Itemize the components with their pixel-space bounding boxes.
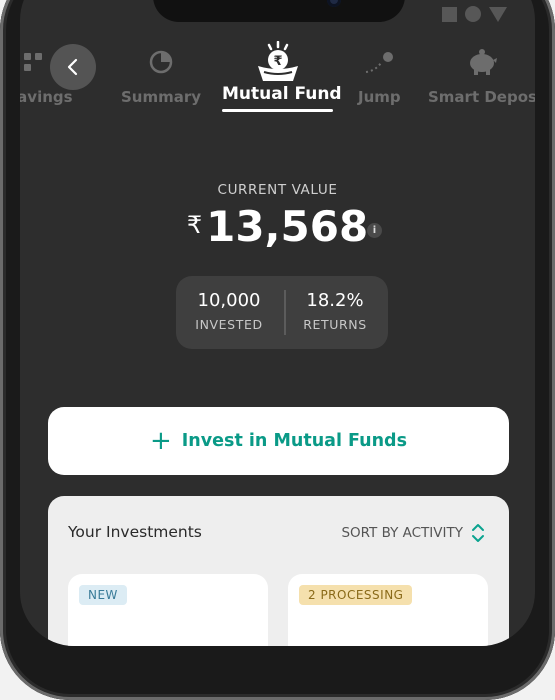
returns-stat: 18.2% RETURNS [282, 290, 388, 332]
returns-label: RETURNS [303, 317, 367, 332]
section-title: Your Investments [68, 523, 202, 541]
current-value: ₹13,568 [20, 202, 535, 251]
sort-label: SORT BY ACTIVITY [341, 525, 463, 541]
tab-smart-deposit[interactable]: Smart Depos [428, 42, 535, 106]
home-icon [465, 6, 481, 22]
tab-label: Jump [358, 88, 401, 106]
invested-label: INVESTED [195, 317, 263, 332]
pie-chart-icon [121, 42, 201, 82]
phone-notch [153, 0, 405, 22]
invest-button-label: Invest in Mutual Funds [181, 431, 407, 451]
jump-path-icon [358, 42, 401, 82]
invest-mutual-funds-button[interactable]: + Invest in Mutual Funds [48, 407, 509, 475]
your-investments-section: Your Investments SORT BY ACTIVITY NEW 2 … [48, 496, 509, 646]
info-icon[interactable]: i [367, 223, 382, 238]
tab-label: Summary [121, 88, 202, 106]
svg-text:₹: ₹ [273, 54, 282, 69]
status-bar [442, 6, 507, 22]
sort-arrows-icon [471, 523, 485, 543]
app-screen: i Savings Summary [20, 0, 535, 646]
investment-card[interactable]: 2 PROCESSING [288, 574, 488, 646]
camera-icon [327, 0, 341, 7]
returns-value: 18.2% [306, 290, 364, 311]
current-value-amount: 13,568 [206, 202, 369, 251]
tab-mutual-fund[interactable]: ₹ Mutual Fund [222, 41, 342, 104]
back-button[interactable] [50, 44, 96, 90]
phone-frame: i Savings Summary [0, 0, 555, 700]
invested-value: 10,000 [197, 290, 261, 311]
current-value-label: CURRENT VALUE [217, 182, 338, 198]
status-badge: 2 PROCESSING [299, 585, 413, 605]
status-badge: NEW [79, 585, 127, 605]
piggy-bank-icon [428, 42, 535, 82]
chevron-left-icon [67, 58, 78, 76]
currency-symbol: ₹ [186, 211, 203, 239]
sort-by-activity-button[interactable]: SORT BY ACTIVITY [341, 523, 485, 543]
rupee-basket-icon: ₹ [222, 41, 333, 82]
tab-label: Smart Depos [428, 88, 535, 106]
investment-card[interactable]: NEW [68, 574, 268, 646]
invested-stat: 10,000 INVESTED [176, 290, 282, 332]
tab-label: i Savings [20, 88, 73, 106]
plus-icon: + [149, 426, 172, 456]
tab-label: Mutual Fund [222, 84, 342, 104]
recent-apps-icon [442, 6, 457, 22]
tab-jump[interactable]: Jump [358, 42, 401, 106]
tab-summary[interactable]: Summary [121, 42, 201, 106]
active-tab-indicator [222, 109, 333, 112]
back-triangle-icon [489, 6, 507, 22]
portfolio-stats: 10,000 INVESTED 18.2% RETURNS [176, 276, 388, 349]
